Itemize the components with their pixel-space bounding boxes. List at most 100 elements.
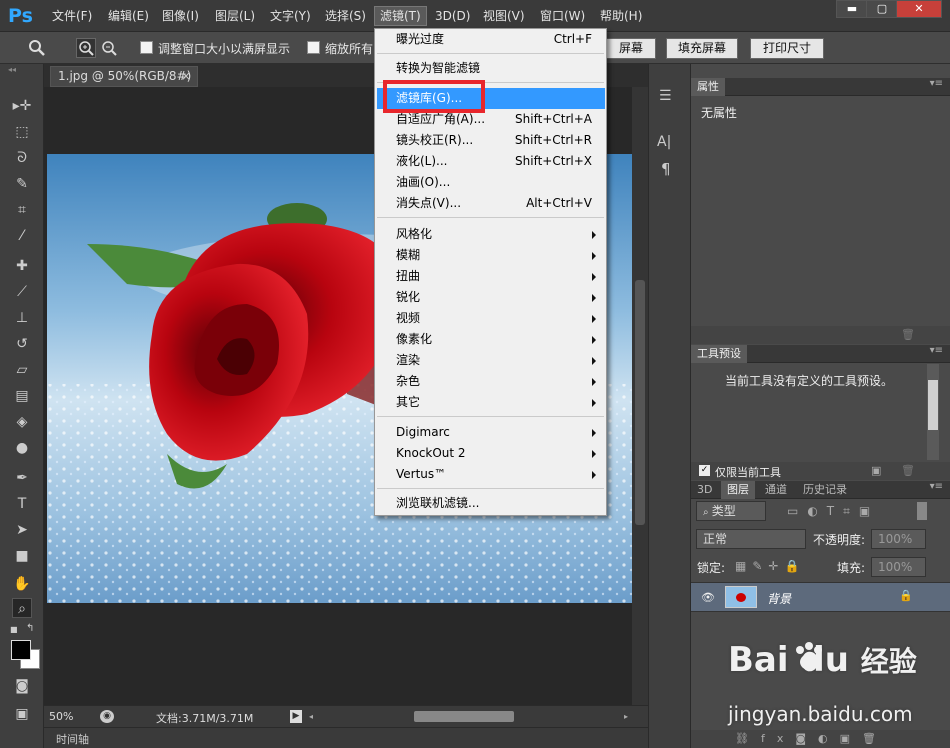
layer-filter-kind[interactable]: ⌕ 类型 xyxy=(696,501,766,521)
menu-item-pixelate[interactable]: 像素化 xyxy=(396,329,604,350)
status-menu-arrow-icon[interactable]: ▶ xyxy=(290,710,302,723)
brush-tool-icon[interactable]: ⟋ xyxy=(12,282,32,302)
tab-close-icon[interactable]: × xyxy=(181,67,191,86)
tab-channels[interactable]: 通道 xyxy=(759,481,793,499)
swap-colors-icon[interactable]: ↰ xyxy=(26,624,38,634)
document-tab[interactable]: 1.jpg @ 50%(RGB/8#) × xyxy=(50,66,198,87)
layer-name[interactable]: 背景 xyxy=(767,590,791,607)
zoom-tool-icon[interactable]: ⌕ xyxy=(12,598,32,618)
history-panel-icon[interactable]: ☰ xyxy=(659,88,679,108)
panel-menu-icon[interactable]: ▾≡ xyxy=(930,345,943,356)
tab-layers[interactable]: 图层 xyxy=(721,481,755,499)
menu-image[interactable]: 图像(I) xyxy=(157,6,204,26)
eyedropper-tool-icon[interactable]: ⁄ xyxy=(12,226,32,246)
menu-item-liquify[interactable]: 液化(L)... Shift+Ctrl+X xyxy=(396,151,604,172)
tab-properties[interactable]: 属性 xyxy=(691,78,725,96)
menu-help[interactable]: 帮助(H) xyxy=(595,6,647,26)
tool-presets-scrollbar[interactable] xyxy=(927,364,939,460)
menu-item-blur[interactable]: 模糊 xyxy=(396,245,604,266)
vertical-scroll-thumb[interactable] xyxy=(635,280,645,525)
horizontal-scroll-thumb[interactable] xyxy=(414,711,514,722)
menu-item-vertus[interactable]: Vertus™ xyxy=(396,464,604,485)
zoom-all-checkbox[interactable] xyxy=(307,41,320,54)
scroll-left-icon[interactable]: ◂ xyxy=(309,712,313,721)
menu-window[interactable]: 窗口(W) xyxy=(535,6,590,26)
quick-select-tool-icon[interactable]: ✎ xyxy=(12,174,32,194)
screen-mode-icon[interactable]: ▣ xyxy=(12,704,32,724)
menu-type[interactable]: 文字(Y) xyxy=(265,6,316,26)
quick-mask-icon[interactable]: ◙ xyxy=(12,676,32,696)
history-brush-tool-icon[interactable]: ↺ xyxy=(12,334,32,354)
menu-item-last-filter[interactable]: 曝光过度 Ctrl+F xyxy=(396,29,604,50)
character-panel-icon[interactable]: A| xyxy=(657,134,683,154)
eraser-tool-icon[interactable]: ▱ xyxy=(12,360,32,380)
share-icon[interactable]: ◉ xyxy=(100,710,114,723)
gradient-tool-icon[interactable]: ▤ xyxy=(12,386,32,406)
zoom-out-icon[interactable] xyxy=(100,39,118,57)
close-button[interactable]: ✕ xyxy=(896,0,942,18)
panel-menu-icon[interactable]: ▾≡ xyxy=(930,78,943,89)
menu-item-digimarc[interactable]: Digimarc xyxy=(396,422,604,443)
blur-tool-icon[interactable]: ◈ xyxy=(12,412,32,432)
menu-edit[interactable]: 编辑(E) xyxy=(103,6,154,26)
shape-tool-icon[interactable]: ■ xyxy=(12,546,32,566)
pen-tool-icon[interactable]: ✒ xyxy=(12,468,32,488)
blend-mode-select[interactable]: 正常 xyxy=(696,529,806,549)
new-preset-icon[interactable]: ▣ xyxy=(871,464,881,477)
fill-screen-button[interactable]: 填充屏幕 xyxy=(666,38,738,59)
foreground-color-swatch[interactable] xyxy=(11,640,31,660)
scroll-right-icon[interactable]: ▸ xyxy=(624,712,628,721)
menu-3d[interactable]: 3D(D) xyxy=(430,6,475,26)
zoom-level[interactable]: 50% xyxy=(49,710,73,723)
type-tool-icon[interactable]: T xyxy=(12,494,32,514)
crop-tool-icon[interactable]: ⌗ xyxy=(12,200,32,220)
tab-history[interactable]: 历史记录 xyxy=(797,481,853,499)
opacity-field[interactable]: 100% xyxy=(871,529,926,549)
zoom-tool-icon[interactable] xyxy=(28,39,46,57)
stamp-tool-icon[interactable]: ⊥ xyxy=(12,308,32,328)
menu-item-render[interactable]: 渲染 xyxy=(396,350,604,371)
panel-menu-icon[interactable]: ▾≡ xyxy=(930,481,943,492)
menu-item-video[interactable]: 视频 xyxy=(396,308,604,329)
lasso-tool-icon[interactable]: ᘐ xyxy=(12,148,32,168)
current-tool-only-checkbox[interactable]: ✓ xyxy=(699,465,710,476)
filter-toggle[interactable] xyxy=(917,502,927,520)
timeline-label[interactable]: 时间轴 xyxy=(56,731,89,747)
panel-collapse-icon[interactable]: ◂◂ xyxy=(8,66,36,74)
menu-item-browse-filters-online[interactable]: 浏览联机滤镜... xyxy=(396,493,604,514)
paragraph-panel-icon[interactable]: ¶ xyxy=(661,160,681,180)
resize-windows-checkbox[interactable] xyxy=(140,41,153,54)
hand-tool-icon[interactable]: ✋ xyxy=(12,574,32,594)
menu-item-convert-smart-filters[interactable]: 转换为智能滤镜 xyxy=(396,58,604,79)
maximize-button[interactable]: ▢ xyxy=(866,0,898,18)
eye-icon[interactable]: 👁 xyxy=(701,591,715,604)
menu-filter[interactable]: 滤镜(T) xyxy=(374,6,427,26)
move-tool-icon[interactable]: ▸✛ xyxy=(12,96,32,116)
menu-file[interactable]: 文件(F) xyxy=(47,6,97,26)
default-colors-icon[interactable]: ■ xyxy=(10,626,20,634)
fit-screen-button[interactable]: 屏幕 xyxy=(606,38,656,59)
menu-layer[interactable]: 图层(L) xyxy=(210,6,260,26)
dodge-tool-icon[interactable]: ● xyxy=(12,438,32,458)
menu-item-vanishing-point[interactable]: 消失点(V)... Alt+Ctrl+V xyxy=(396,193,604,214)
menu-view[interactable]: 视图(V) xyxy=(478,6,530,26)
tab-3d[interactable]: 3D xyxy=(691,481,718,499)
fill-field[interactable]: 100% xyxy=(871,557,926,577)
print-size-button[interactable]: 打印尺寸 xyxy=(750,38,824,59)
menu-item-sharpen[interactable]: 锐化 xyxy=(396,287,604,308)
trash-icon[interactable]: 🗑 xyxy=(901,328,915,341)
menu-item-knockout[interactable]: KnockOut 2 xyxy=(396,443,604,464)
menu-item-oil-paint[interactable]: 油画(O)... xyxy=(396,172,604,193)
trash-icon[interactable]: 🗑 xyxy=(901,464,915,477)
layer-filter-icons[interactable]: ▭◐T⌗▣ xyxy=(787,504,879,519)
menu-item-stylize[interactable]: 风格化 xyxy=(396,224,604,245)
zoom-in-icon[interactable] xyxy=(76,38,96,58)
lock-icons[interactable]: ▦✎✛🔒 xyxy=(735,559,805,573)
path-select-tool-icon[interactable]: ➤ xyxy=(12,520,32,540)
menu-item-noise[interactable]: 杂色 xyxy=(396,371,604,392)
layer-row[interactable]: 👁 背景 🔒 xyxy=(691,582,950,612)
marquee-tool-icon[interactable]: ⬚ xyxy=(12,122,32,142)
menu-item-distort[interactable]: 扭曲 xyxy=(396,266,604,287)
menu-item-other[interactable]: 其它 xyxy=(396,392,604,413)
menu-item-lens-correction[interactable]: 镜头校正(R)... Shift+Ctrl+R xyxy=(396,130,604,151)
